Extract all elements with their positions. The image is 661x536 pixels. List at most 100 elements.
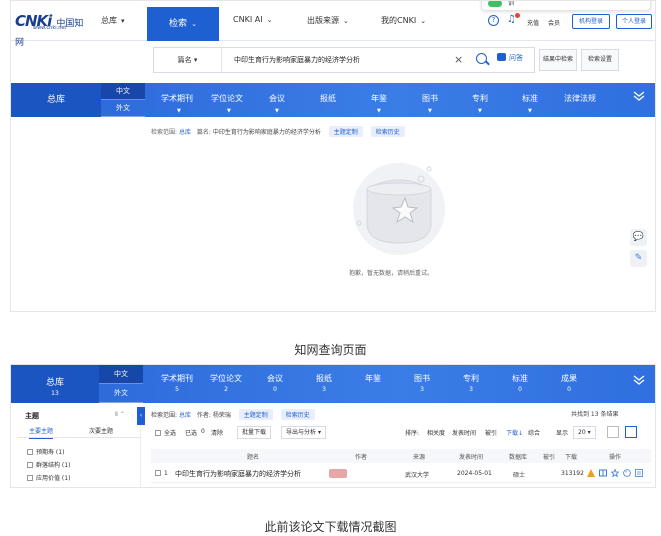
collapse-panel-button[interactable]: ‹ bbox=[137, 407, 145, 425]
caret-down-icon: ▼ bbox=[377, 108, 381, 114]
category-journal[interactable]: 学术期刊 bbox=[161, 93, 193, 104]
download-icon[interactable] bbox=[587, 469, 595, 477]
double-chevron-down-icon[interactable] bbox=[633, 90, 645, 102]
nav-cnki-ai[interactable]: CNKI AI ⌄ bbox=[233, 15, 272, 24]
category-bar-results: 总库 13 中文 外文 学术期刊 5 学位论文 2 会议 0 报纸 3 年鉴 图书 3 专… bbox=[11, 365, 655, 403]
batch-download-button[interactable]: 批量下载 bbox=[237, 426, 272, 439]
quote-icon[interactable]: " bbox=[623, 469, 631, 477]
chevron-up-icon[interactable]: ⌃ bbox=[120, 411, 125, 418]
row-title-link[interactable]: 中印生育行为影响家庭暴力的经济学分析 bbox=[175, 469, 301, 479]
tab-sub-topic[interactable]: 次要主题 bbox=[89, 426, 113, 435]
read-icon[interactable] bbox=[599, 469, 607, 477]
category-standard[interactable]: 标准 bbox=[522, 93, 538, 104]
feedback-icon[interactable]: 💬 bbox=[630, 229, 647, 246]
sort-download[interactable]: 下载↓ bbox=[506, 428, 523, 437]
org-login-button[interactable]: 机构登录 bbox=[572, 14, 610, 29]
lang-tab-foreign[interactable]: 外文 bbox=[99, 384, 143, 403]
search-history-button[interactable]: 检索历史 bbox=[370, 126, 405, 137]
member-link[interactable]: 会员 bbox=[548, 18, 560, 27]
export-analysis-button[interactable]: 导出与分析 ▾ bbox=[281, 426, 326, 439]
personal-login-button[interactable]: 个人登录 bbox=[616, 14, 652, 29]
ask-button[interactable]: 问答 bbox=[497, 53, 523, 63]
clear-selection-link[interactable]: 清除 bbox=[211, 428, 223, 437]
row-date: 2024-05-01 bbox=[457, 470, 492, 477]
category-conference[interactable]: 会议 bbox=[269, 93, 285, 104]
export-label: 导出与分析 bbox=[286, 429, 317, 436]
facet-title: 主题 bbox=[25, 412, 39, 420]
search-field-select[interactable]: 篇名 ▾ bbox=[154, 48, 222, 72]
category-yearbook[interactable]: 年鉴 bbox=[371, 93, 387, 104]
search-in-results-button[interactable]: 结果中检索 bbox=[539, 49, 577, 71]
nav-my-cnki[interactable]: 我的CNKI ⌄ bbox=[381, 15, 426, 26]
facet-item[interactable]: 群落结构 (1) bbox=[27, 460, 70, 469]
facet-item[interactable]: 预期寿 (1) bbox=[27, 447, 64, 456]
category-thesis[interactable]: 学位论文 bbox=[211, 93, 243, 104]
cat-label: 会议 bbox=[267, 374, 283, 383]
language-tabs: 中文 外文 bbox=[101, 83, 145, 117]
checkbox[interactable] bbox=[27, 449, 33, 455]
caret-down-icon: ▼ bbox=[428, 108, 432, 114]
facet-item[interactable]: 应用价值 (1) bbox=[27, 473, 70, 482]
category-newspaper[interactable]: 报纸 bbox=[320, 93, 336, 104]
range-db[interactable]: 总库 bbox=[179, 129, 191, 136]
tab-main-topic[interactable]: 主要主题 bbox=[29, 426, 54, 439]
checkbox[interactable] bbox=[155, 430, 161, 436]
category-zongku[interactable]: 总库 bbox=[11, 83, 101, 117]
checkbox[interactable] bbox=[155, 470, 161, 476]
caret-down-icon: ▾ bbox=[587, 429, 591, 436]
subscribe-topic-button[interactable]: 主题定制 bbox=[328, 126, 363, 137]
favorite-icon[interactable] bbox=[611, 469, 619, 477]
page-size-select[interactable]: 20 ▾ bbox=[573, 426, 596, 439]
select-all-checkbox[interactable]: 全选 bbox=[155, 428, 176, 437]
range-db[interactable]: 总库 bbox=[179, 412, 191, 419]
help-icon[interactable]: ? bbox=[488, 15, 499, 26]
pencil-icon[interactable]: ✎ bbox=[630, 250, 647, 267]
arrow-down-icon: ↓ bbox=[518, 430, 524, 437]
sort-cited[interactable]: 被引 bbox=[485, 428, 497, 437]
close-icon[interactable]: × bbox=[454, 53, 463, 66]
range-label: 检索范围: bbox=[151, 129, 178, 136]
checkbox[interactable] bbox=[27, 462, 33, 468]
cnki-search-page-screenshot: CNKi 中国知网 www.cnki.net 总库 ▾ 检索 ⌄ CNKI AI ⌄ … bbox=[10, 0, 656, 312]
results-toolbar: 全选 已选 0 清除 批量下载 导出与分析 ▾ 排序: 相关度 发表时间 被引 … bbox=[151, 426, 651, 442]
search-icon[interactable] bbox=[476, 53, 487, 64]
html-read-icon[interactable] bbox=[635, 469, 643, 477]
facet-item-label: 群落结构 (1) bbox=[36, 462, 71, 469]
chevron-down-icon: ⌄ bbox=[191, 20, 197, 28]
toggle-switch[interactable] bbox=[488, 1, 502, 7]
grid-view-icon[interactable] bbox=[607, 426, 619, 438]
nav-search-active[interactable]: 检索 ⌄ bbox=[147, 7, 219, 41]
chart-icon[interactable]: Ⅱ bbox=[115, 411, 118, 418]
sort-relevance[interactable]: 相关度 bbox=[427, 428, 445, 437]
category-book[interactable]: 图书 bbox=[422, 93, 438, 104]
popover-text: 训 bbox=[508, 0, 515, 7]
lang-tab-chinese[interactable]: 中文 bbox=[101, 83, 145, 100]
category-law[interactable]: 法律法规 bbox=[564, 93, 596, 104]
nav-zongku[interactable]: 总库 ▾ bbox=[101, 15, 125, 26]
category-achievement[interactable]: 成果 0 bbox=[539, 373, 599, 393]
nav-search-label: 检索 bbox=[169, 19, 188, 29]
sort-overall[interactable]: 综合 bbox=[528, 428, 540, 437]
search-input[interactable]: 中印生育行为影响家庭暴力的经济学分析 bbox=[234, 48, 360, 72]
search-history-button[interactable]: 检索历史 bbox=[280, 409, 315, 420]
th-title: 题名 bbox=[247, 454, 260, 461]
list-view-icon[interactable] bbox=[625, 426, 637, 438]
row-source[interactable]: 武汉大学 bbox=[405, 470, 429, 479]
th-source: 来源 bbox=[413, 454, 426, 461]
lang-tab-foreign[interactable]: 外文 bbox=[101, 100, 145, 117]
double-chevron-down-icon[interactable] bbox=[633, 374, 645, 386]
cnki-logo[interactable]: CNKi 中国知网 www.cnki.net bbox=[15, 11, 87, 48]
recharge-link[interactable]: 充值 bbox=[527, 18, 539, 27]
caption-query-page: 知网查询页面 bbox=[294, 343, 367, 357]
sort-date[interactable]: 发表时间 bbox=[452, 428, 476, 437]
row-checkbox[interactable]: 1 bbox=[155, 470, 168, 477]
subscribe-topic-button[interactable]: 主题定制 bbox=[238, 409, 273, 420]
search-bar: 篇名 ▾ 中印生育行为影响家庭暴力的经济学分析 × 问答 bbox=[153, 47, 535, 73]
lang-tab-chinese[interactable]: 中文 bbox=[99, 365, 143, 384]
facet-controls[interactable]: Ⅱ ⌃ bbox=[115, 411, 125, 418]
search-settings-button[interactable]: 检索设置 bbox=[581, 49, 619, 71]
checkbox[interactable] bbox=[27, 475, 33, 481]
nav-publication[interactable]: 出版来源 ⌄ bbox=[307, 15, 349, 26]
category-patent[interactable]: 专利 bbox=[472, 93, 488, 104]
category-zongku[interactable]: 总库 13 bbox=[11, 365, 99, 403]
